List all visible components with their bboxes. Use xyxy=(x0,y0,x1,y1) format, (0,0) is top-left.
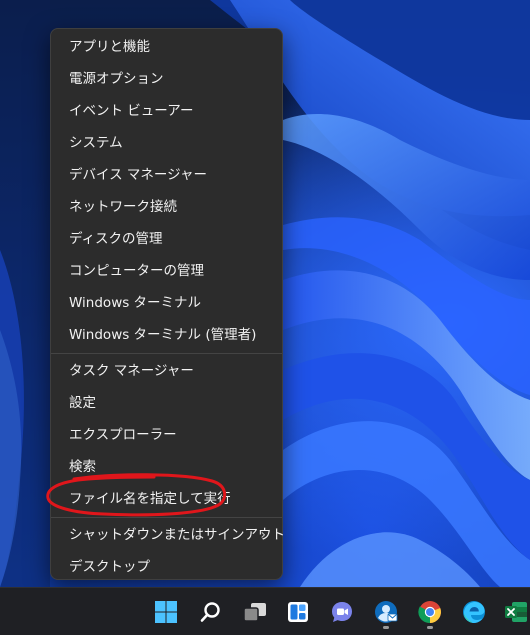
menu-item-shutdown-or-sign-out[interactable]: シャットダウンまたはサインアウト › xyxy=(55,519,285,551)
edge-icon xyxy=(463,601,485,623)
app-icon xyxy=(375,601,398,623)
start-button[interactable] xyxy=(148,594,184,630)
chrome-icon xyxy=(418,601,441,624)
quick-link-context-menu: アプリと機能 電源オプション イベント ビューアー システム デバイス マネージ… xyxy=(50,28,285,583)
running-indicator xyxy=(427,626,433,629)
menu-item-desktop[interactable]: デスクトップ xyxy=(55,551,278,583)
menu-item-file-explorer[interactable]: エクスプローラー xyxy=(55,419,278,451)
menu-separator xyxy=(51,353,282,354)
widgets-button[interactable] xyxy=(280,594,316,630)
task-view-icon xyxy=(243,603,266,622)
menu-item-windows-terminal-admin[interactable]: Windows ターミナル (管理者) xyxy=(55,319,278,351)
menu-item-power-options[interactable]: 電源オプション xyxy=(55,63,278,95)
menu-item-device-manager[interactable]: デバイス マネージャー xyxy=(55,159,278,191)
menu-item-network-connections[interactable]: ネットワーク接続 xyxy=(55,191,278,223)
widgets-icon xyxy=(288,602,308,622)
running-indicator xyxy=(383,626,389,629)
task-view-button[interactable] xyxy=(237,594,273,630)
edge-button[interactable] xyxy=(456,594,492,630)
menu-item-label: シャットダウンまたはサインアウト xyxy=(69,527,285,543)
chevron-right-icon: › xyxy=(260,527,266,543)
menu-item-search[interactable]: 検索 xyxy=(55,451,278,483)
menu-item-apps-and-features[interactable]: アプリと機能 xyxy=(55,31,278,63)
menu-item-task-manager[interactable]: タスク マネージャー xyxy=(55,355,278,387)
menu-item-event-viewer[interactable]: イベント ビューアー xyxy=(55,95,278,127)
start-icon xyxy=(155,601,177,623)
menu-item-settings[interactable]: 設定 xyxy=(55,387,278,419)
excel-button[interactable] xyxy=(498,594,530,630)
menu-item-run[interactable]: ファイル名を指定して実行 xyxy=(55,483,278,515)
chrome-button[interactable] xyxy=(412,594,448,630)
chat-button[interactable] xyxy=(324,594,360,630)
search-button[interactable] xyxy=(193,594,229,630)
excel-icon xyxy=(505,602,527,622)
taskbar xyxy=(0,587,530,635)
search-icon xyxy=(200,602,220,622)
menu-item-windows-terminal[interactable]: Windows ターミナル xyxy=(55,287,278,319)
menu-separator xyxy=(51,517,282,518)
teams-chat-icon xyxy=(332,602,352,622)
menu-item-computer-management[interactable]: コンピューターの管理 xyxy=(55,255,278,287)
menu-item-disk-management[interactable]: ディスクの管理 xyxy=(55,223,278,255)
menu-item-system[interactable]: システム xyxy=(55,127,278,159)
pinned-app-button[interactable] xyxy=(368,594,404,630)
